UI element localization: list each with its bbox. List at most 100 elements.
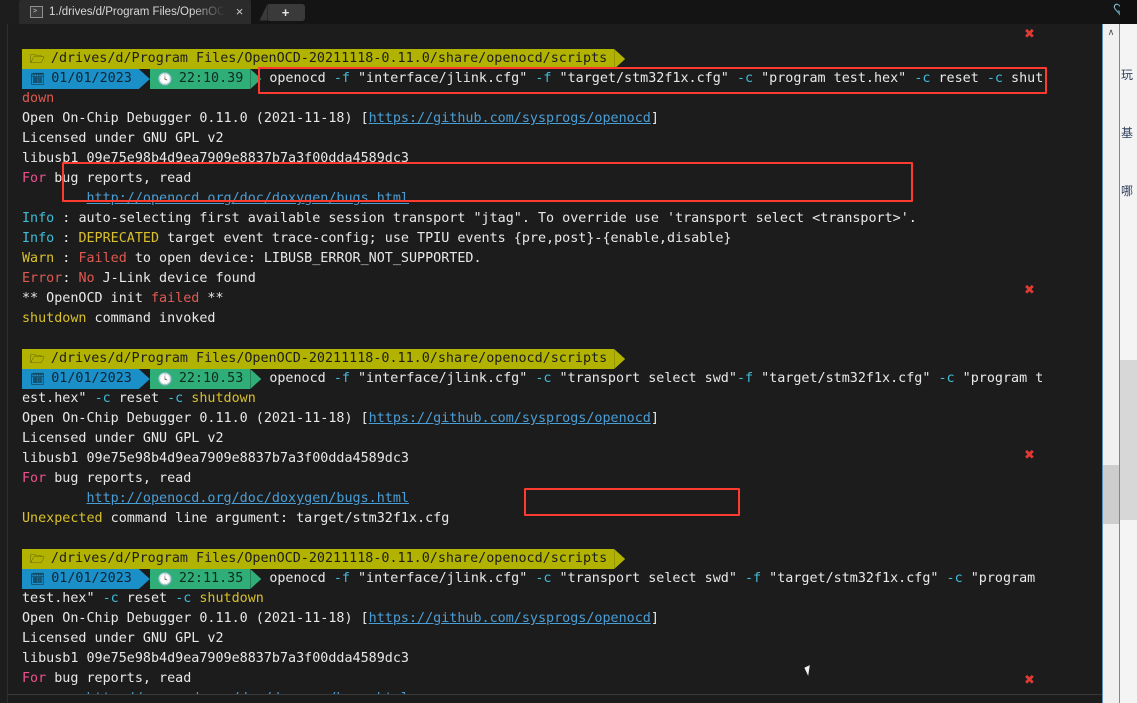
command-token: test.hex" [22, 591, 103, 606]
output-run[interactable]: http://openocd.org/doc/doxygen/bugs.html [87, 491, 409, 506]
command-token: openocd [269, 71, 334, 86]
prompt-date-text: 01/01/2023 [51, 371, 132, 386]
output-line: libusb1 09e75e98b4d9ea7909e8837b7a3f00dd… [22, 449, 1137, 469]
prompt-path-row: 🗁 /drives/d/Program Files/OpenOCD-2021111… [22, 549, 1137, 569]
prompt-date-segment: 🗓 01/01/2023 [22, 569, 139, 589]
command-token: -f [333, 371, 350, 386]
tab-openocd[interactable]: > 1. /drives/d/Program Files/OpenOC × [20, 0, 251, 24]
tab-title: /drives/d/Program Files/OpenOC [58, 6, 225, 18]
output-line: Licensed under GNU GPL v2 [22, 629, 1137, 649]
prompt-path-arrow [614, 549, 626, 569]
scrollbar-thumb[interactable] [1103, 464, 1119, 525]
annotation-x-mark: ✖ [1024, 283, 1035, 298]
output-run: ** OpenOCD init [22, 291, 151, 306]
output-run: command invoked [86, 311, 216, 326]
output-run: : [54, 231, 79, 246]
prompt-path-text: /drives/d/Program Files/OpenOCD-20211118… [50, 351, 608, 366]
command-text[interactable]: openocd -f "interface/jlink.cfg" -f "tar… [261, 69, 1050, 89]
prompt-time-segment: 🕓 22:10.53 [149, 369, 251, 389]
command-token: est.hex" [22, 391, 95, 406]
cutoff-text [8, 695, 1102, 703]
prompt-command-row: 🗓 01/01/2023 🕓 22:11.35 openocd -f "interfac… [22, 569, 1137, 589]
output-line: Open On-Chip Debugger 0.11.0 (2021-11-18… [22, 609, 1137, 629]
command-token: -f [333, 71, 350, 86]
output-line: Error: No J-Link device found [22, 269, 1137, 289]
background-app-text: 玩基哪 [1120, 68, 1137, 198]
prompt-command-row: 🗓 01/01/2023 🕓 22:10.39 openocd -f "interfac… [22, 69, 1137, 89]
prompt-date-segment: 🗓 01/01/2023 [22, 69, 139, 89]
command-text[interactable]: openocd -f "interface/jlink.cfg" -c "tra… [261, 569, 1042, 589]
command-token: "program test.hex" [753, 71, 915, 86]
close-icon[interactable]: × [233, 5, 247, 19]
output-run[interactable]: http://openocd.org/doc/doxygen/bugs.html [87, 191, 409, 206]
command-token: -c [175, 591, 192, 606]
output-run: libusb1 09e75e98b4d9ea7909e8837b7a3f00dd… [22, 651, 409, 666]
prompt-date-arrow [138, 569, 150, 589]
command-token: shutdown [183, 391, 256, 406]
output-run: ] [650, 111, 659, 126]
prompt-path-row: 🗁 /drives/d/Program Files/OpenOCD-2021111… [22, 49, 1137, 69]
output-run: Failed [78, 251, 127, 266]
output-run: target event trace-config; use TPIU even… [159, 231, 732, 246]
terminal-content: 🗁 /drives/d/Program Files/OpenOCD-2021111… [22, 29, 1137, 703]
background-app-char: 哪 [1121, 184, 1134, 198]
output-line: Licensed under GNU GPL v2 [22, 429, 1137, 449]
new-tab-button[interactable]: + [256, 0, 305, 24]
background-app-strip: 玩基哪 [1120, 0, 1137, 703]
output-run: Unexpected [22, 511, 103, 526]
command-token: -c [946, 571, 963, 586]
command-text[interactable]: openocd -f "interface/jlink.cfg" -c "tra… [261, 369, 1050, 389]
scrollbar-track[interactable] [1103, 41, 1119, 703]
output-run: Licensed under GNU GPL v2 [22, 131, 224, 146]
output-run: : [54, 251, 79, 266]
command-token: -c [736, 71, 754, 86]
output-run[interactable]: https://github.com/sysprogs/openocd [369, 611, 651, 626]
terminal-left-rail [0, 24, 8, 703]
output-run: command line argument: target/stm32f1x.c… [102, 511, 450, 526]
output-run: ** [199, 291, 224, 306]
output-run: : [62, 271, 79, 286]
command-token: "target/stm32f1x.cfg" [551, 71, 737, 86]
output-run: Open On-Chip Debugger 0.11.0 (2021-11-18… [22, 111, 369, 126]
scroll-up-button[interactable]: ∧ [1103, 24, 1119, 41]
calendar-icon: 🗓 [30, 572, 46, 586]
prompt-date-text: 01/01/2023 [51, 571, 132, 586]
folder-icon: 🗁 [30, 352, 45, 366]
command-token: "interface/jlink.cfg" [349, 571, 536, 586]
folder-icon: 🗁 [30, 52, 45, 66]
tab-bar-gutter [0, 0, 20, 24]
vertical-scrollbar[interactable]: ∧ [1102, 24, 1120, 703]
command-token: openocd [269, 371, 334, 386]
prompt-path-segment: 🗁 /drives/d/Program Files/OpenOCD-2021111… [22, 349, 615, 369]
command-wrap-line[interactable]: est.hex" -c reset -c shutdown [22, 389, 1137, 409]
command-token: reset [118, 591, 176, 606]
output-run: Open On-Chip Debugger 0.11.0 (2021-11-18… [22, 411, 369, 426]
output-line: shutdown command invoked [22, 309, 1137, 329]
output-line: http://openocd.org/doc/doxygen/bugs.html [22, 489, 1137, 509]
prompt-time-arrow [250, 569, 262, 589]
output-run: Warn [22, 251, 55, 266]
command-token: -f [736, 371, 754, 386]
annotation-x-mark: ✖ [1024, 448, 1035, 463]
command-token: reset [930, 71, 987, 86]
prompt-path-text: /drives/d/Program Files/OpenOCD-20211118… [50, 51, 608, 66]
output-line: For bug reports, read [22, 169, 1137, 189]
folder-icon: 🗁 [30, 552, 45, 566]
prompt-path-segment: 🗁 /drives/d/Program Files/OpenOCD-2021111… [22, 49, 615, 69]
background-app-char: 玩 [1121, 68, 1134, 82]
command-token: -c [167, 391, 184, 406]
output-run[interactable]: https://github.com/sysprogs/openocd [369, 411, 651, 426]
tab-bar: > 1. /drives/d/Program Files/OpenOC × + … [0, 0, 1137, 24]
calendar-icon: 🗓 [30, 372, 46, 386]
terminal-viewport[interactable]: 🗁 /drives/d/Program Files/OpenOCD-2021111… [8, 24, 1137, 703]
tab-index-label: 1. [49, 6, 59, 18]
output-run[interactable]: https://github.com/sysprogs/openocd [369, 111, 651, 126]
output-line: Info : auto-selecting first available se… [22, 209, 1137, 229]
clock-icon: 🕓 [157, 372, 173, 386]
annotation-x-mark: ✖ [1024, 673, 1035, 688]
terminal-icon: > [30, 6, 43, 18]
output-line: ** OpenOCD init failed ** [22, 289, 1137, 309]
command-wrap-line[interactable]: test.hex" -c reset -c shutdown [22, 589, 1137, 609]
command-token: "target/stm32f1x.cfg" [761, 571, 947, 586]
